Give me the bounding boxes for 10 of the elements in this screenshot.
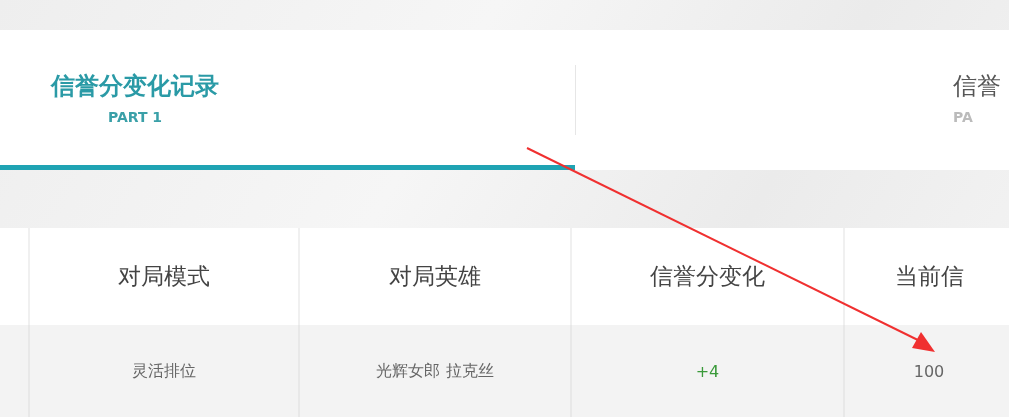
column-header: 对局模式 xyxy=(30,228,300,325)
tab-subtitle: PART 1 xyxy=(107,108,163,125)
column-header: 当前信 xyxy=(845,228,1009,325)
tab[interactable]: 信誉 PA xyxy=(576,30,1009,170)
table-cell: +4 xyxy=(572,325,845,417)
tab-subtitle: PA xyxy=(953,108,973,125)
tab-title: 信誉分变化记录 xyxy=(51,70,219,101)
column-header: 对局英雄 xyxy=(300,228,572,325)
column-header: 信誉分变化 xyxy=(572,228,845,325)
tab-title: 信誉 xyxy=(953,70,1001,101)
